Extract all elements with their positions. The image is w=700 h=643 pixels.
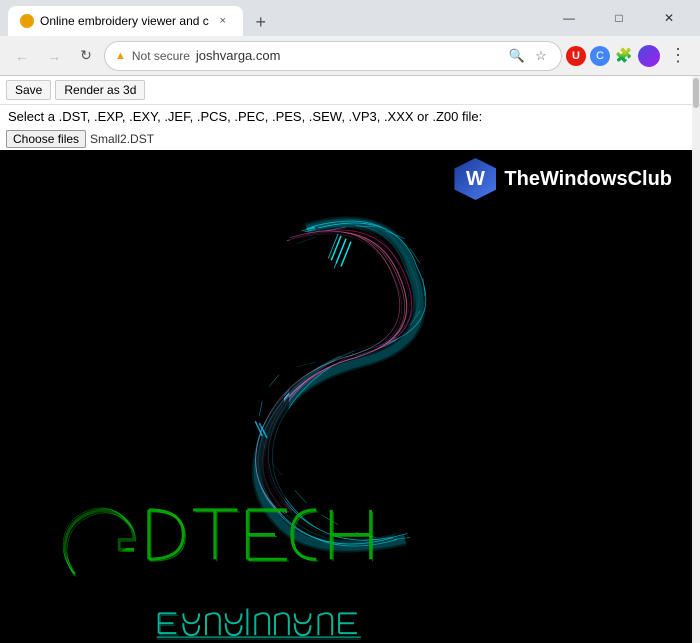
window-controls: — □ ✕ bbox=[546, 3, 692, 33]
address-text: joshvarga.com bbox=[196, 48, 501, 63]
tab-favicon bbox=[20, 14, 34, 28]
active-tab[interactable]: Online embroidery viewer and c × bbox=[8, 6, 243, 36]
file-input-row: Choose files Small2.DST bbox=[0, 128, 700, 150]
extensions-puzzle-icon[interactable]: 🧩 bbox=[614, 46, 634, 66]
back-button[interactable]: ← bbox=[8, 42, 36, 70]
page-content: Save Render as 3d Select a .DST, .EXP, .… bbox=[0, 76, 700, 643]
save-button[interactable]: Save bbox=[6, 80, 51, 100]
profile-avatar[interactable] bbox=[638, 45, 660, 67]
forward-button[interactable]: → bbox=[40, 42, 68, 70]
file-select-label: Select a .DST, .EXP, .EXY, .JEF, .PCS, .… bbox=[0, 105, 700, 128]
address-bar[interactable]: ▲ Not secure joshvarga.com 🔍 ☆ bbox=[104, 41, 562, 71]
tab-close-button[interactable]: × bbox=[215, 13, 231, 29]
extension-c-icon[interactable]: C bbox=[590, 46, 610, 66]
maximize-button[interactable]: □ bbox=[596, 3, 642, 33]
minimize-button[interactable]: — bbox=[546, 3, 592, 33]
render-3d-button[interactable]: Render as 3d bbox=[55, 80, 145, 100]
watermark-text: TheWindowsClub bbox=[504, 168, 672, 191]
close-button[interactable]: ✕ bbox=[646, 3, 692, 33]
watermark-logo-letter: W bbox=[466, 168, 485, 191]
embroidery-canvas: W TheWindowsClub bbox=[0, 150, 692, 643]
scrollbar-thumb[interactable] bbox=[693, 78, 699, 108]
address-icons: 🔍 ☆ bbox=[507, 46, 551, 66]
selected-file-name: Small2.DST bbox=[90, 132, 154, 146]
choose-files-button[interactable]: Choose files bbox=[6, 130, 86, 148]
watermark-logo: W bbox=[454, 158, 496, 200]
security-text: Not secure bbox=[132, 49, 190, 63]
tab-bar: Online embroidery viewer and c × + bbox=[8, 0, 538, 36]
title-bar: Online embroidery viewer and c × + — □ ✕ bbox=[0, 0, 700, 36]
embroidery-design-svg bbox=[0, 150, 692, 643]
new-tab-button[interactable]: + bbox=[247, 8, 275, 36]
tab-title: Online embroidery viewer and c bbox=[40, 14, 209, 28]
toolbar: Save Render as 3d bbox=[0, 76, 700, 105]
reload-button[interactable]: ↻ bbox=[72, 42, 100, 70]
nav-bar: ← → ↻ ▲ Not secure joshvarga.com 🔍 ☆ U C… bbox=[0, 36, 700, 76]
extension-u-icon[interactable]: U bbox=[566, 46, 586, 66]
search-icon[interactable]: 🔍 bbox=[507, 46, 527, 66]
browser-window: Online embroidery viewer and c × + — □ ✕… bbox=[0, 0, 700, 643]
watermark: W TheWindowsClub bbox=[454, 158, 672, 200]
browser-menu-button[interactable]: ⋮ bbox=[664, 42, 692, 70]
security-warning-icon: ▲ bbox=[115, 50, 126, 62]
scrollbar[interactable] bbox=[692, 76, 700, 643]
bookmark-icon[interactable]: ☆ bbox=[531, 46, 551, 66]
